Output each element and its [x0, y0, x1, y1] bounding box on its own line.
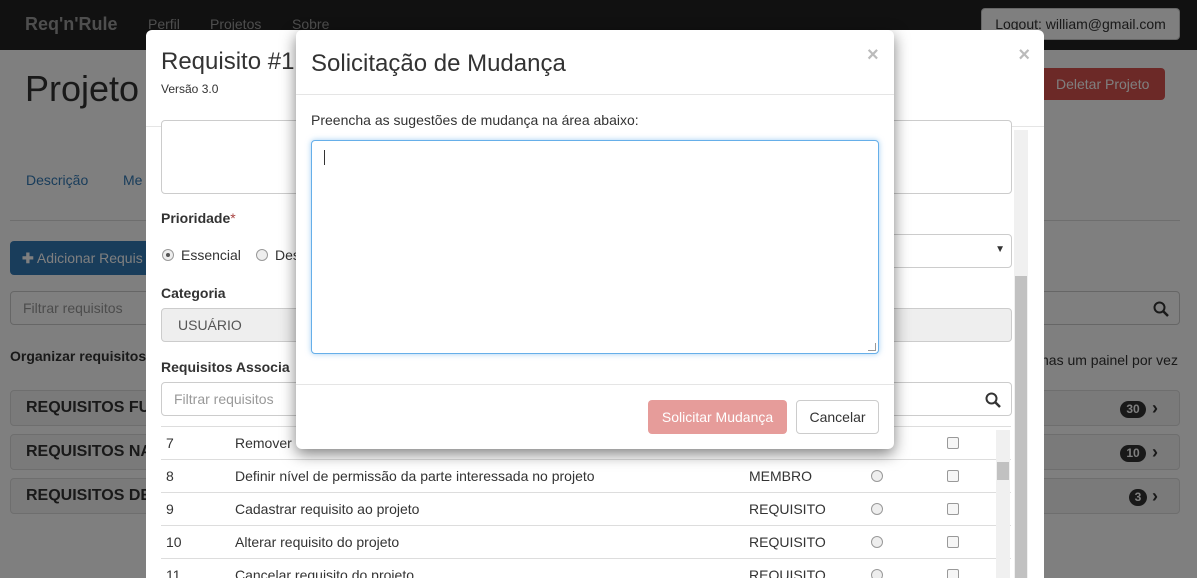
- requirement-version: Versão 3.0: [161, 82, 219, 96]
- requirement-title: Requisito #1: [161, 48, 295, 75]
- row-number: 9: [166, 501, 174, 517]
- submit-change-button[interactable]: Solicitar Mudança: [648, 400, 787, 434]
- modal-scrollbar[interactable]: [1014, 130, 1028, 578]
- scrollbar-thumb[interactable]: [1015, 276, 1027, 578]
- associated-label: Requisitos Associa: [161, 359, 290, 375]
- row-checkbox[interactable]: [947, 536, 959, 548]
- row-number: 10: [166, 534, 182, 550]
- row-type: REQUISITO: [749, 501, 826, 517]
- resize-handle-icon[interactable]: [868, 343, 876, 351]
- divider: [296, 94, 894, 95]
- row-description: Cadastrar requisito ao projeto: [235, 501, 420, 517]
- row-checkbox[interactable]: [947, 569, 959, 578]
- category-label: Categoria: [161, 285, 226, 301]
- row-radio[interactable]: [871, 536, 883, 548]
- close-icon[interactable]: ×: [867, 44, 879, 67]
- row-type: REQUISITO: [749, 534, 826, 550]
- table-row: 8 Definir nível de permissão da parte in…: [161, 459, 1011, 492]
- change-suggestion-textarea[interactable]: [311, 140, 879, 354]
- row-description: Alterar requisito do projeto: [235, 534, 400, 550]
- caret-down-icon: ▼: [995, 244, 1005, 255]
- category-value: USUÁRIO: [178, 317, 242, 333]
- row-description: Remover: [235, 435, 292, 451]
- row-radio[interactable]: [871, 470, 883, 482]
- status-select[interactable]: ▼: [886, 234, 1012, 268]
- row-description: Cancelar requisito do projeto: [235, 567, 414, 578]
- priority-radio-desejavel[interactable]: [256, 249, 268, 261]
- row-checkbox[interactable]: [947, 437, 959, 449]
- table-row: 11 Cancelar requisito do projeto REQUISI…: [161, 558, 1011, 578]
- row-radio[interactable]: [871, 569, 883, 578]
- row-radio[interactable]: [871, 503, 883, 515]
- priority-option-label: Essencial: [181, 247, 241, 263]
- close-icon[interactable]: ×: [1018, 44, 1030, 67]
- change-request-modal: Solicitação de Mudança × Preencha as sug…: [296, 30, 894, 449]
- change-request-title: Solicitação de Mudança: [311, 50, 566, 77]
- scrollbar-thumb[interactable]: [997, 462, 1009, 480]
- row-number: 7: [166, 435, 174, 451]
- row-description: Definir nível de permissão da parte inte…: [235, 468, 595, 484]
- instruction-label: Preencha as sugestões de mudança na área…: [311, 112, 639, 128]
- row-type: REQUISITO: [749, 567, 826, 578]
- row-number: 11: [166, 567, 181, 578]
- search-icon[interactable]: [985, 392, 1001, 408]
- priority-radio-essencial[interactable]: [162, 249, 174, 261]
- row-checkbox[interactable]: [947, 503, 959, 515]
- table-row: 10 Alterar requisito do projeto REQUISIT…: [161, 525, 1011, 558]
- row-type: MEMBRO: [749, 468, 812, 484]
- associated-filter-placeholder: Filtrar requisitos: [174, 391, 274, 407]
- divider: [296, 384, 894, 385]
- cancel-button[interactable]: Cancelar: [796, 400, 879, 434]
- table-row: 9 Cadastrar requisito ao projeto REQUISI…: [161, 492, 1011, 525]
- text-cursor: [324, 150, 325, 165]
- priority-label: Prioridade*: [161, 210, 236, 226]
- row-number: 8: [166, 468, 174, 484]
- row-checkbox[interactable]: [947, 470, 959, 482]
- table-scrollbar[interactable]: [996, 430, 1010, 578]
